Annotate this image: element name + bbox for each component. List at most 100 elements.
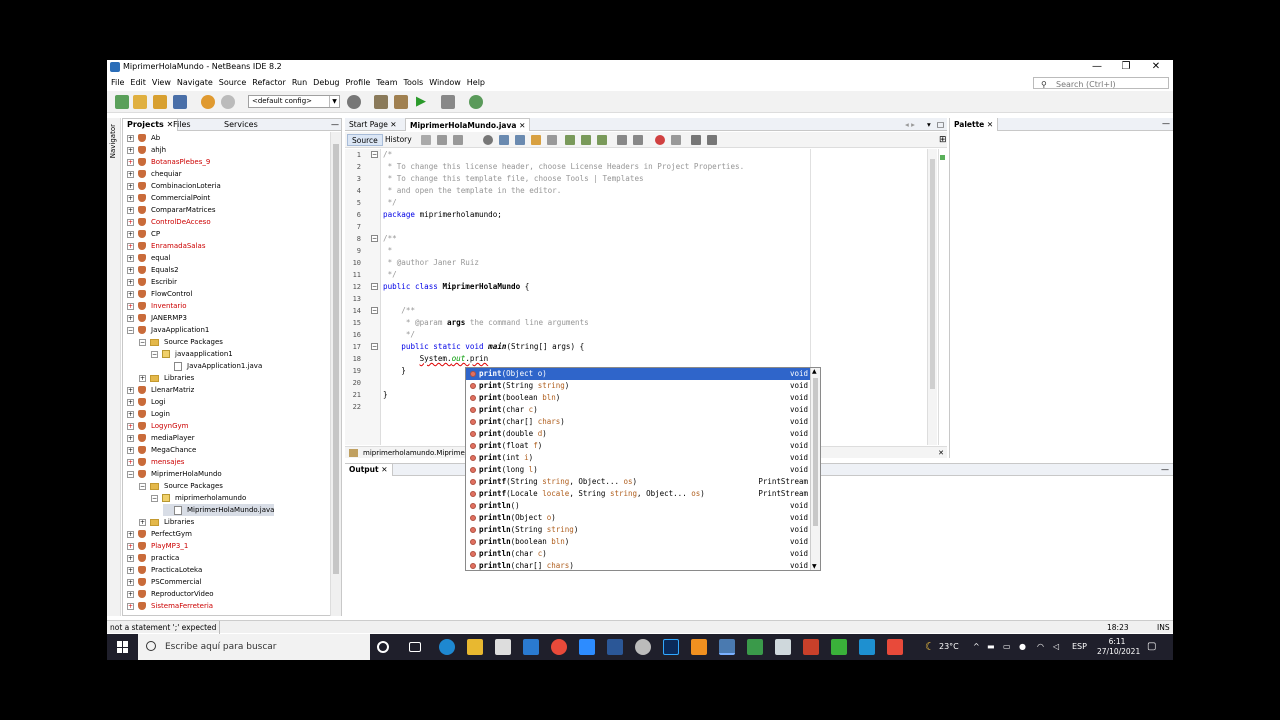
taskbar-search-input[interactable]: Escribe aquí para buscar (138, 634, 370, 660)
code-line[interactable]: public class MiprimerHolaMundo { (383, 281, 529, 293)
cortana-icon[interactable] (377, 641, 389, 653)
tab-palette[interactable]: Palette ✕ (950, 118, 999, 131)
tab-services[interactable]: Services (220, 119, 262, 131)
close-icon[interactable]: ✕ (519, 121, 525, 130)
tree-item[interactable]: + Inventario (127, 300, 187, 312)
collapse-icon[interactable]: − (151, 494, 158, 502)
tree-item[interactable]: − MiprimerHolaMundo (127, 468, 222, 480)
code-line[interactable]: } (383, 389, 388, 401)
collapse-icon[interactable]: − (151, 350, 158, 358)
new-project-icon[interactable] (133, 95, 147, 109)
completion-item[interactable]: print(Object o) void (466, 368, 811, 380)
tree-item[interactable]: + FlowControl (127, 288, 192, 300)
tree-item[interactable]: + Logi (127, 396, 165, 408)
tree-item[interactable]: + PerfectGym (127, 528, 192, 540)
code-line[interactable]: /** (383, 305, 415, 317)
expand-icon[interactable]: + (127, 410, 134, 418)
app-icon[interactable] (775, 639, 791, 655)
expand-icon[interactable]: + (127, 242, 134, 250)
menu-edit[interactable]: Edit (130, 76, 146, 90)
expand-icon[interactable]: + (127, 554, 134, 562)
code-line[interactable]: */ (383, 269, 397, 281)
minimize-panel-icon[interactable]: — (327, 119, 343, 131)
completion-item[interactable]: println() void (466, 500, 811, 512)
menu-refactor[interactable]: Refactor (252, 76, 286, 90)
close-button[interactable]: ✕ (1141, 61, 1171, 72)
tree-item[interactable]: MiprimerHolaMundo.java (163, 504, 275, 516)
uncomment-icon[interactable] (707, 135, 717, 145)
shift-right-icon[interactable] (633, 135, 643, 145)
code-line[interactable]: * @param args the command line arguments (383, 317, 589, 329)
completion-scrollbar[interactable]: ▲ ▼ (810, 368, 820, 570)
code-line[interactable]: */ (383, 197, 397, 209)
toggle-selection-icon[interactable] (547, 135, 557, 145)
code-line[interactable]: * (383, 245, 393, 257)
tree-item[interactable]: + ReproductorVideo (127, 588, 214, 600)
expand-icon[interactable]: + (127, 230, 134, 238)
completion-item[interactable]: print(String string) void (466, 380, 811, 392)
completion-item[interactable]: println(String string) void (466, 524, 811, 536)
fold-toggle-icon[interactable]: − (371, 283, 378, 290)
expand-icon[interactable]: + (127, 398, 134, 406)
record-macro-icon[interactable] (655, 135, 665, 145)
completion-item[interactable]: printf(Locale locale, String string, Obj… (466, 488, 811, 500)
completion-item[interactable]: print(float f) void (466, 440, 811, 452)
expand-icon[interactable]: + (127, 194, 134, 202)
tree-item[interactable]: + CombinacionLoteria (127, 180, 221, 192)
code-line[interactable]: * and open the template in the editor. (383, 185, 562, 197)
editor-scroll-thumb[interactable] (930, 159, 935, 389)
completion-item[interactable]: println(char[] chars) void (466, 560, 811, 570)
tree-item[interactable]: + Libraries (139, 372, 194, 384)
minimize-panel-icon[interactable]: — (1162, 119, 1170, 128)
tree-item[interactable]: + BotanasPlebes_9 (127, 156, 210, 168)
clock[interactable]: 6:11 27/10/2021 (1097, 637, 1140, 657)
zoom-icon[interactable] (579, 639, 595, 655)
tree-item[interactable]: + Libraries (139, 516, 194, 528)
tab-files[interactable]: Files (169, 119, 195, 131)
menu-help[interactable]: Help (467, 76, 485, 90)
expand-icon[interactable]: + (127, 578, 134, 586)
debug-icon[interactable] (441, 95, 455, 109)
globe-icon[interactable] (347, 95, 361, 109)
tree-item[interactable]: + ControlDeAcceso (127, 216, 211, 228)
completion-item[interactable]: print(int i) void (466, 452, 811, 464)
search-input[interactable]: ⚲ Search (Ctrl+I) (1033, 77, 1169, 89)
split-editor-icon[interactable]: ⊞ (939, 135, 949, 145)
expand-icon[interactable]: + (127, 314, 134, 322)
network-icon[interactable]: ▭ (1003, 634, 1011, 660)
mail-icon[interactable] (523, 639, 539, 655)
tree-item[interactable]: + MegaChance (127, 444, 196, 456)
find-icon[interactable] (483, 135, 493, 145)
toggle-bookmark-icon[interactable] (597, 135, 607, 145)
completion-item[interactable]: println(boolean bln) void (466, 536, 811, 548)
code-line[interactable]: */ (383, 329, 415, 341)
tree-item[interactable]: − miprimerholamundo (151, 492, 246, 504)
microphone-icon[interactable]: ● (1019, 634, 1026, 660)
tree-item[interactable]: − Source Packages (139, 480, 223, 492)
menu-tools[interactable]: Tools (404, 76, 424, 90)
stop-macro-icon[interactable] (671, 135, 681, 145)
expand-icon[interactable]: + (127, 458, 134, 466)
completion-item[interactable]: print(double d) void (466, 428, 811, 440)
menu-source[interactable]: Source (219, 76, 246, 90)
expand-icon[interactable]: + (127, 182, 134, 190)
menu-team[interactable]: Team (376, 76, 397, 90)
menu-profile[interactable]: Profile (345, 76, 370, 90)
expand-icon[interactable]: + (127, 254, 134, 262)
notifications-icon[interactable]: ▢ (1147, 634, 1156, 660)
completion-item[interactable]: print(long l) void (466, 464, 811, 476)
close-icon[interactable]: ✕ (938, 447, 944, 459)
breadcrumb-path[interactable]: miprimerholamundo.MiprimerHol (363, 449, 479, 457)
tree-item[interactable]: + JANERMP3 (127, 312, 187, 324)
expand-icon[interactable]: + (127, 290, 134, 298)
collapse-icon[interactable]: − (139, 482, 146, 490)
chevron-up-icon[interactable]: ▲ (812, 368, 817, 375)
expand-icon[interactable]: + (127, 530, 134, 538)
fold-toggle-icon[interactable]: − (371, 343, 378, 350)
code-line[interactable]: /* (383, 149, 392, 161)
completion-scroll-thumb[interactable] (813, 378, 818, 526)
redo-icon[interactable] (221, 95, 235, 109)
menu-navigate[interactable]: Navigate (177, 76, 213, 90)
expand-icon[interactable]: + (127, 590, 134, 598)
previous-bookmark-icon[interactable] (565, 135, 575, 145)
